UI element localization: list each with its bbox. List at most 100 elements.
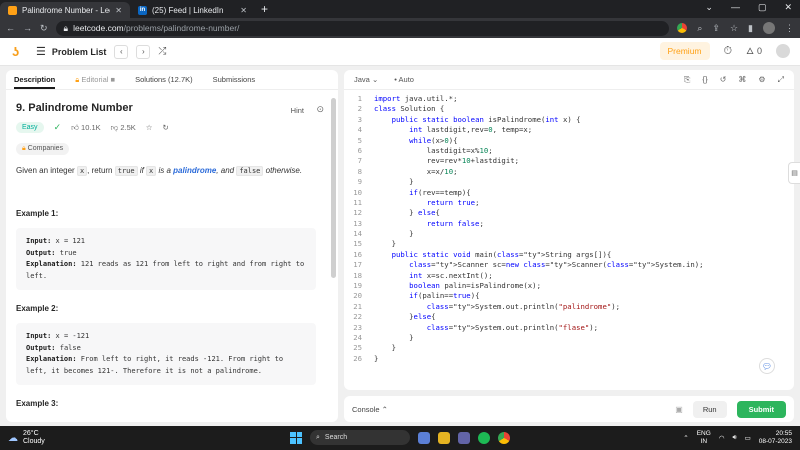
list-icon[interactable]: ☰ [36, 45, 46, 58]
tab-submissions[interactable]: Submissions [213, 75, 256, 84]
code-line[interactable]: 26} [344, 354, 794, 364]
code-line[interactable]: 3 public static boolean isPalindrome(int… [344, 115, 794, 125]
like-button[interactable]: 👍︎ 10.1K [71, 123, 101, 133]
problem-list-link[interactable]: Problem List [52, 47, 107, 57]
streak-counter[interactable]: 🜂 0 [746, 42, 762, 60]
code-line[interactable]: 8 x=x/10; [344, 167, 794, 177]
bookmark-icon[interactable]: ⎘ [684, 75, 690, 85]
file-explorer-icon[interactable] [438, 431, 450, 444]
code-line[interactable]: 7 rev=rev*10+lastdigit; [344, 156, 794, 166]
profile-avatar[interactable] [763, 22, 775, 34]
tab-description[interactable]: Description [14, 75, 56, 89]
google-icon[interactable] [677, 23, 688, 33]
taskbar-app-icon[interactable] [418, 431, 430, 444]
side-panel-tab[interactable]: ▤ [788, 162, 800, 184]
chevron-up-icon[interactable]: ⌃ [683, 434, 688, 442]
code-line[interactable]: 6 lastdigit=x%10; [344, 146, 794, 156]
spotify-icon[interactable] [478, 431, 490, 444]
line-number: 5 [357, 135, 362, 145]
chat-icon[interactable]: 💬︎ [759, 358, 775, 374]
code-line[interactable]: 4 int lastdigit,rev=0, temp=x; [344, 125, 794, 135]
code-line[interactable]: 18 int x=sc.nextInt(); [344, 271, 794, 281]
clock[interactable]: 20:55 08-07-2023 [759, 430, 792, 446]
forward-icon[interactable]: → [23, 23, 32, 33]
battery-icon[interactable]: ▭ [745, 434, 751, 442]
close-window-icon[interactable]: ✕ [784, 2, 792, 13]
palindrome-link[interactable]: palindrome [173, 166, 216, 175]
code-line[interactable]: 25 } [344, 343, 794, 353]
chevron-down-icon[interactable]: ⌄ [705, 2, 713, 13]
close-tab-icon[interactable]: ✕ [240, 6, 247, 15]
window-controls: ⌄ — ▢ ✕ [705, 2, 792, 13]
code-area[interactable]: 1 import java.util.*; 2 class Solution {3 p… [344, 94, 794, 364]
code-line[interactable]: 17 class="ty">Scanner sc=new class="ty">… [344, 260, 794, 270]
shuffle-icon[interactable]: ⤮ [158, 46, 166, 57]
code-line[interactable]: 2 class Solution { [344, 104, 794, 114]
code-line[interactable]: 12 } else{ [344, 208, 794, 218]
code-line[interactable]: 24 } [344, 333, 794, 343]
autocomplete-toggle[interactable]: • Auto [394, 75, 414, 84]
dislike-button[interactable]: 👎︎ 2.5K [111, 123, 136, 133]
menu-dots-icon[interactable]: ⋮ [785, 23, 794, 34]
teams-icon[interactable] [458, 431, 470, 444]
back-icon[interactable]: ← [6, 23, 15, 33]
braces-icon[interactable]: {} [702, 75, 707, 85]
close-tab-icon[interactable]: ✕ [115, 6, 122, 15]
reset-icon[interactable]: ↺ [720, 75, 727, 85]
more-options-icon[interactable]: ⊙ [316, 104, 324, 115]
taskbar-search[interactable]: ⌕ Search [310, 430, 410, 445]
companies-tag[interactable]: 🔒︎ Companies [16, 143, 70, 155]
clipboard-icon[interactable]: ▣ [675, 405, 683, 414]
code-line[interactable]: 16 public static void main(class="ty">St… [344, 250, 794, 260]
code-line[interactable]: 19 boolean palin=isPalindrome(x); [344, 281, 794, 291]
next-problem-button[interactable]: › [136, 44, 151, 59]
code-line[interactable]: 5 while(x>0){ [344, 136, 794, 146]
volume-icon[interactable]: 🔊︎ [732, 434, 736, 442]
run-button[interactable]: Run [692, 400, 727, 418]
code-line[interactable]: 20 if(palin==true){ [344, 291, 794, 301]
code-line[interactable]: 11 return true; [344, 198, 794, 208]
sidebar-icon[interactable]: ▮ [748, 23, 753, 34]
shortcut-icon[interactable]: ⌘ [738, 75, 746, 85]
code-line[interactable]: 10 if(rev==temp){ [344, 188, 794, 198]
star-icon[interactable]: ☆ [146, 123, 153, 132]
code-line[interactable]: 15 } [344, 239, 794, 249]
language-indicator[interactable]: ENG IN [697, 430, 711, 446]
fullscreen-icon[interactable]: ⤢ [778, 75, 784, 85]
submit-button[interactable]: Submit [736, 400, 786, 418]
language-select[interactable]: Java ⌄ [354, 75, 378, 84]
scrollbar[interactable] [331, 98, 336, 278]
premium-button[interactable]: Premium [659, 42, 710, 60]
code-line[interactable]: 13 return false; [344, 219, 794, 229]
maximize-icon[interactable]: ▢ [758, 2, 767, 13]
tab-solutions[interactable]: Solutions (12.7K) [135, 75, 193, 84]
code-line[interactable]: 9 } [344, 177, 794, 187]
code-line[interactable]: 1 import java.util.*; [344, 94, 794, 104]
browser-tab-linkedin[interactable]: in (25) Feed | LinkedIn ✕ [130, 2, 255, 18]
share-icon[interactable]: ⇪ [712, 23, 720, 34]
reload-icon[interactable]: ↻ [40, 23, 48, 34]
star-icon[interactable]: ☆ [730, 23, 738, 34]
settings-icon[interactable]: ⚙ [758, 75, 765, 85]
windows-start-icon[interactable] [290, 431, 302, 444]
zoom-icon[interactable]: ⌕ [697, 23, 702, 34]
timer-icon[interactable]: ⏱ [724, 45, 733, 58]
code-line[interactable]: 21 class="ty">System.out.println("palind… [344, 302, 794, 312]
code-line[interactable]: 22 }else{ [344, 312, 794, 322]
code-line[interactable]: 14 } [344, 229, 794, 239]
prev-problem-button[interactable]: ‹ [114, 44, 129, 59]
tab-editorial[interactable]: 🔒︎ Editorial ■ [75, 75, 115, 85]
share-icon[interactable]: ↻ [163, 123, 169, 132]
wifi-icon[interactable]: ◠ [719, 434, 725, 442]
console-toggle[interactable]: Console ⌃ [352, 405, 388, 414]
url-field[interactable]: 🔒︎ leetcode.com/problems/palindrome-numb… [55, 20, 670, 36]
leetcode-logo-icon[interactable]: ʖ [12, 44, 26, 59]
weather-widget[interactable]: ☁ 26°C Cloudy [8, 430, 45, 446]
new-tab-button[interactable]: + [261, 2, 268, 16]
minimize-icon[interactable]: — [731, 2, 740, 13]
hint-button[interactable]: Hint [291, 106, 304, 115]
user-avatar[interactable] [776, 44, 790, 58]
chrome-icon[interactable] [498, 431, 510, 444]
code-line[interactable]: 23 class="ty">System.out.println("flase"… [344, 323, 794, 333]
browser-tab-leetcode[interactable]: Palindrome Number - LeetCode ✕ [0, 2, 130, 18]
